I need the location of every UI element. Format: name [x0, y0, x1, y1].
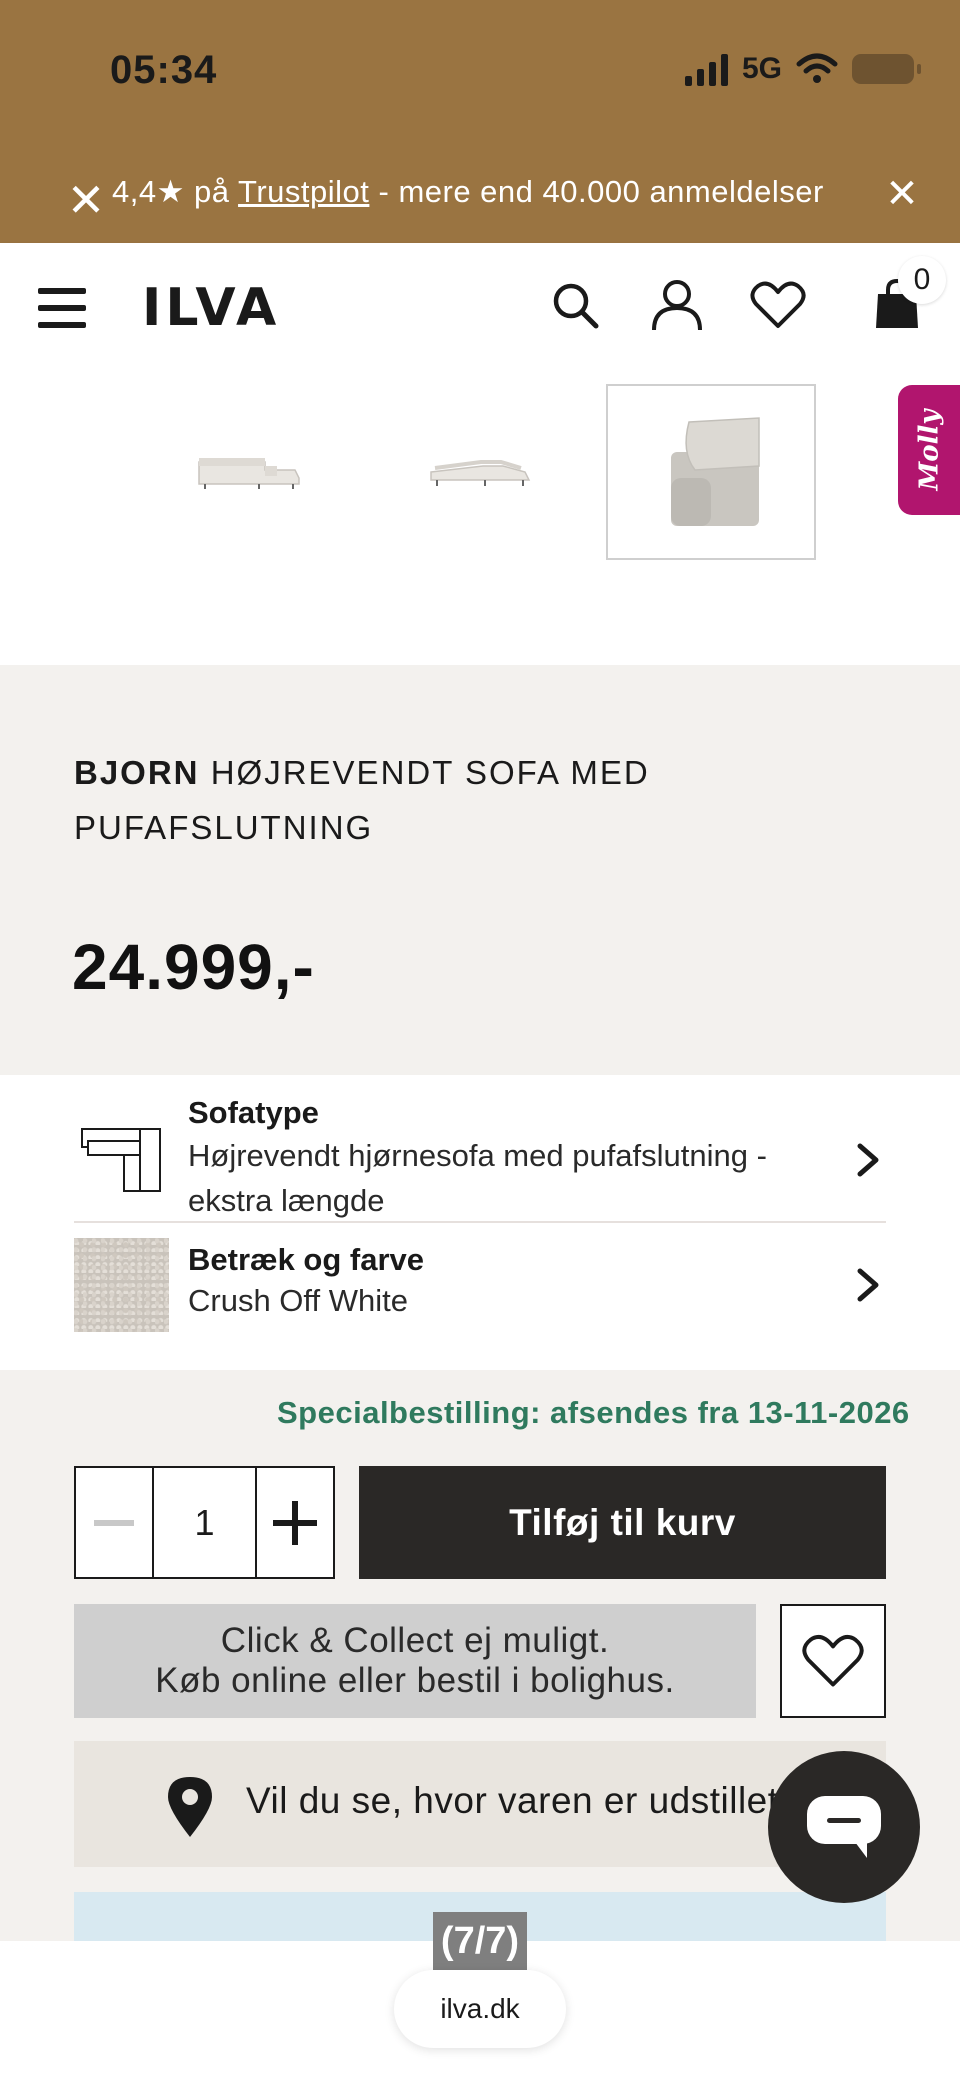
search-icon[interactable] — [550, 280, 600, 330]
page-counter: (7/7) — [433, 1912, 527, 1970]
trustpilot-rating-text: 4,4★ på Trustpilot - mere end 40.000 anm… — [112, 174, 824, 210]
close-icon[interactable]: ✕ — [64, 177, 108, 223]
quantity-input[interactable]: 1 — [154, 1468, 255, 1577]
molly-assistant-tab[interactable]: Molly — [898, 385, 960, 515]
corner-sofa-icon — [81, 1128, 161, 1192]
sofa-image — [198, 458, 300, 489]
sofatype-value[interactable]: Højrevendt hjørnesofa med pufafslutning … — [188, 1133, 808, 1223]
quantity-increase-button[interactable] — [255, 1468, 333, 1577]
chat-button[interactable] — [768, 1751, 920, 1903]
chevron-right-icon[interactable] — [850, 1265, 886, 1305]
close-banner-button[interactable]: ✕ — [880, 172, 924, 216]
quantity-decrease-button[interactable] — [76, 1468, 154, 1577]
product-title: BJORN HØJREVENDT SOFA MED PUFAFSLUTNING — [74, 745, 694, 855]
sofatype-label: Sofatype — [188, 1095, 319, 1130]
heart-icon[interactable] — [750, 280, 806, 330]
sofa-detail-image — [671, 417, 760, 526]
click-collect-notice: Click & Collect ej muligt. Køb online el… — [74, 1604, 756, 1718]
trustpilot-link[interactable]: Trustpilot — [238, 174, 369, 209]
signal-icon — [685, 52, 728, 86]
ilva-logo[interactable]: ILVA — [142, 278, 280, 338]
rating-prefix: 4,4★ på — [112, 174, 239, 209]
account-icon[interactable] — [650, 278, 704, 332]
status-indicators: 5G — [685, 44, 922, 94]
battery-icon — [852, 54, 922, 84]
location-pin-icon — [168, 1777, 212, 1837]
menu-icon[interactable] — [38, 288, 86, 328]
gallery-thumbnail[interactable] — [145, 384, 355, 560]
store-locator-label: Vil du se, hvor varen er udstillet? — [246, 1780, 786, 1821]
url-bar[interactable]: ilva.dk — [394, 1970, 566, 2048]
molly-label: Molly — [914, 409, 945, 491]
click-collect-line1: Click & Collect ej muligt. — [220, 1621, 610, 1660]
fabric-label: Betræk og farve — [188, 1242, 425, 1277]
status-time: 05:34 — [110, 48, 218, 92]
add-to-wishlist-button[interactable] — [780, 1604, 886, 1718]
gallery-thumbnail-selected[interactable] — [606, 384, 816, 560]
wifi-icon — [796, 53, 838, 83]
heart-icon — [802, 1635, 864, 1687]
click-collect-line2: Køb online eller bestil i bolighus. — [155, 1661, 675, 1700]
gallery-thumbnail[interactable] — [375, 384, 585, 560]
fabric-swatch — [74, 1238, 169, 1332]
sofa-image — [430, 460, 531, 486]
product-brand: BJORN — [74, 754, 200, 791]
rating-suffix: - mere end 40.000 anmeldelser — [369, 174, 824, 209]
add-to-cart-button[interactable]: Tilføj til kurv — [359, 1466, 886, 1579]
product-info-panel — [0, 665, 960, 1075]
product-price: 24.999,- — [72, 931, 315, 1003]
quantity-stepper: 1 — [74, 1466, 335, 1579]
chevron-right-icon[interactable] — [850, 1140, 886, 1180]
fabric-value[interactable]: Crush Off White — [188, 1278, 408, 1323]
cart-count-badge: 0 — [898, 256, 946, 304]
delivery-note: Specialbestilling: afsendes fra 13-11-20… — [277, 1395, 910, 1430]
divider — [74, 1221, 886, 1223]
network-label: 5G — [742, 52, 783, 85]
chat-bubble-icon — [807, 1796, 881, 1858]
